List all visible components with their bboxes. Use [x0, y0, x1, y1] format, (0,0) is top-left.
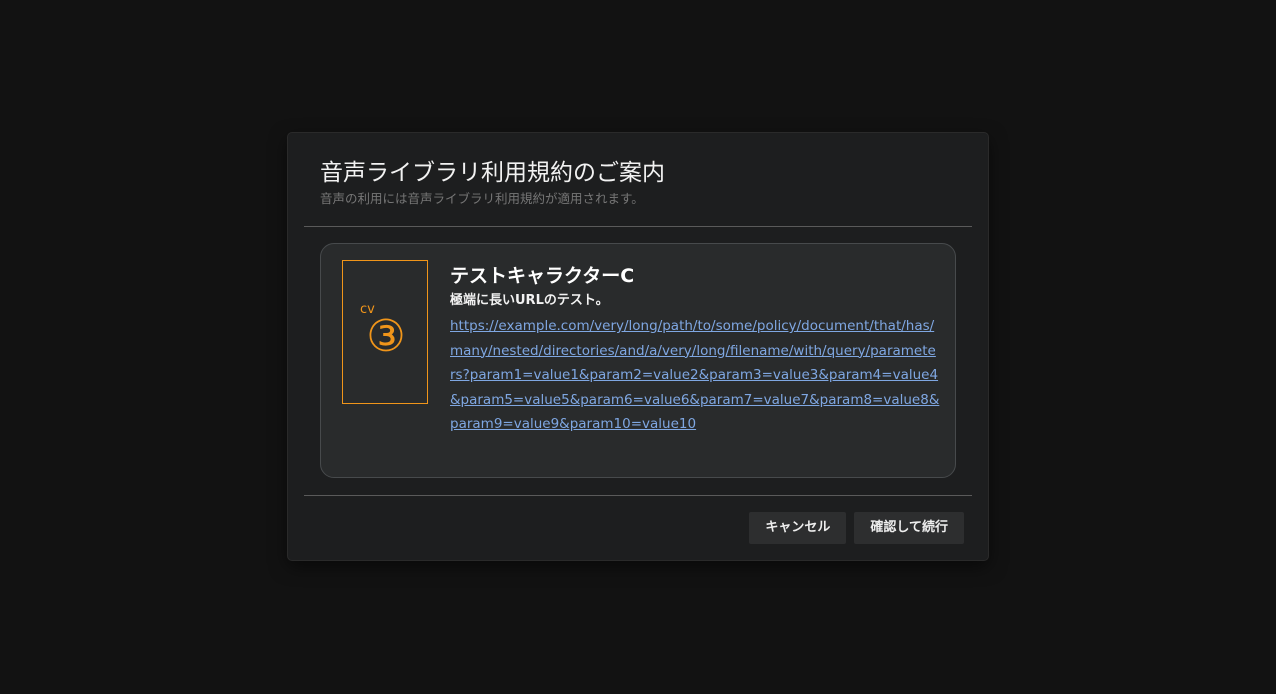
character-portrait: cv ③: [342, 260, 428, 404]
cancel-button[interactable]: キャンセル: [749, 512, 847, 544]
character-card: cv ③ テストキャラクターC 極端に長いURLのテスト。 https://ex…: [320, 243, 956, 478]
dialog-subtitle: 音声の利用には音声ライブラリ利用規約が適用されます。: [320, 191, 644, 206]
character-description: 極端に長いURLのテスト。: [450, 293, 609, 308]
terms-dialog: 音声ライブラリ利用規約のご案内 音声の利用には音声ライブラリ利用規約が適用されま…: [288, 133, 988, 560]
portrait-cv-mark-icon: cv ③: [360, 302, 406, 362]
portrait-number-symbol: ③: [366, 311, 405, 362]
dialog-actions: キャンセル 確認して続行: [749, 512, 964, 544]
header-divider: [304, 226, 972, 227]
character-name: テストキャラクターC: [450, 265, 635, 287]
confirm-continue-button[interactable]: 確認して続行: [854, 512, 964, 544]
footer-divider: [304, 495, 972, 496]
dialog-title: 音声ライブラリ利用規約のご案内: [320, 160, 665, 186]
terms-link[interactable]: https://example.com/very/long/path/to/so…: [450, 314, 940, 437]
